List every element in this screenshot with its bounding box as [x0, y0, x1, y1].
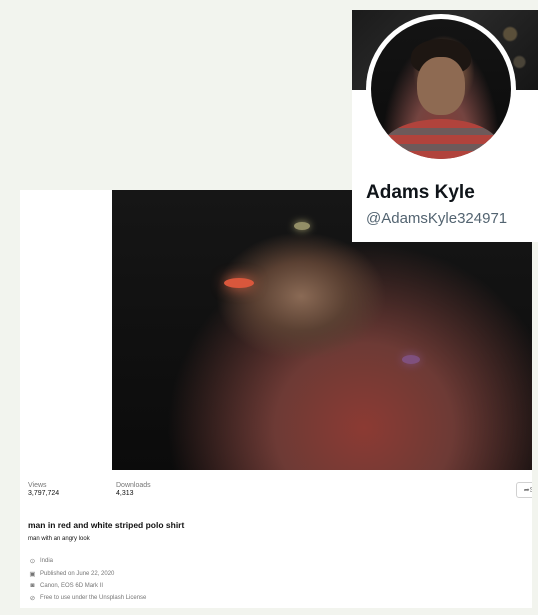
background-lamp	[224, 278, 254, 288]
avatar-face	[417, 57, 465, 115]
downloads-label: Downloads	[116, 482, 151, 489]
photo-description: man with an angry look	[28, 536, 90, 542]
profile-name: Adams Kyle	[366, 182, 475, 203]
meta-license: ⊘ Free to use under the Unsplash License	[28, 594, 147, 602]
views-value: 3,797,724	[28, 490, 60, 497]
downloads-value: 4,313	[116, 490, 134, 497]
meta-license-text[interactable]: Free to use under the Unsplash License	[40, 595, 146, 601]
background-lamp	[402, 355, 420, 364]
views-label: Views	[28, 482, 47, 489]
shield-check-icon: ⊘	[29, 595, 36, 602]
photo-title: man in red and white striped polo shirt	[28, 520, 185, 530]
camera-icon: ◙	[30, 582, 35, 589]
meta-camera: ◙ Canon, EOS 6D Mark II	[28, 582, 104, 589]
share-button[interactable]: ➦ S	[516, 482, 532, 498]
share-button-label: S	[529, 486, 532, 494]
views-stat: Views 3,797,724	[28, 482, 59, 497]
background-lamp	[294, 222, 310, 230]
profile-handle: @AdamsKyle324971	[366, 210, 508, 227]
calendar-icon: ▣	[29, 571, 36, 578]
avatar[interactable]	[366, 14, 516, 164]
meta-location: ⊙ India	[28, 557, 53, 565]
location-pin-icon: ⊙	[29, 558, 36, 565]
meta-published-text: Published on June 22, 2020	[40, 571, 115, 577]
meta-published: ▣ Published on June 22, 2020	[28, 570, 114, 578]
profile-card: Adams Kyle @AdamsKyle324971	[352, 10, 538, 242]
avatar-shirt	[381, 119, 501, 159]
meta-camera-text: Canon, EOS 6D Mark II	[40, 582, 104, 589]
meta-location-text[interactable]: India	[40, 558, 53, 564]
avatar-image	[371, 19, 511, 159]
photo-card: Views 3,797,724 Downloads 4,313 ➦ S man …	[20, 190, 532, 608]
downloads-stat: Downloads 4,313	[116, 482, 151, 497]
